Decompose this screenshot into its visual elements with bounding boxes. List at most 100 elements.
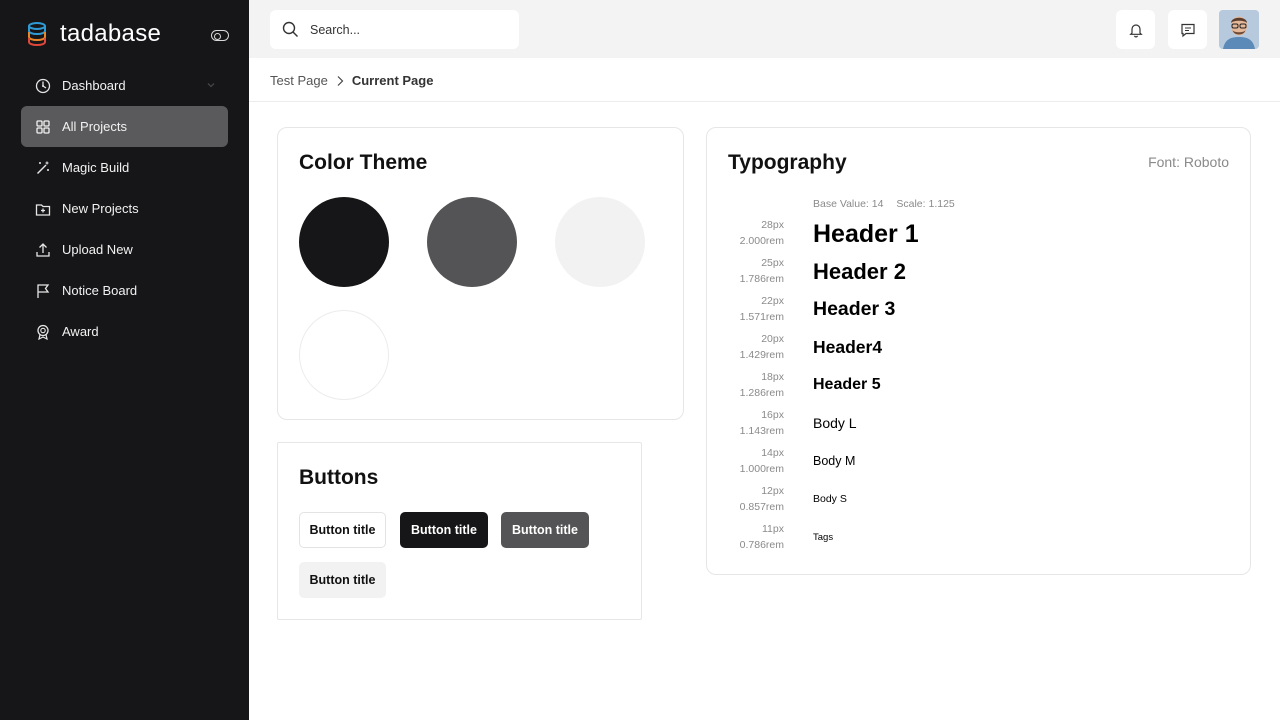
type-sample-body-l: Body L [813,415,857,431]
size-px: 14px [761,447,784,459]
sidebar-toggle-icon[interactable] [211,30,229,41]
typography-row: 11px 0.786rem Tags [707,521,1252,559]
size-rem: 0.857rem [739,501,784,513]
buttons-title: Buttons [299,466,379,489]
size-px: 11px [762,523,784,535]
type-sample-h4: Header4 [813,337,883,357]
search-icon [282,21,298,37]
type-size-meta: 12px 0.857rem [707,483,784,515]
type-size-meta: 11px 0.786rem [707,521,784,553]
buttons-card: Buttons Button title Button title Button… [277,442,642,620]
upload-icon [35,242,51,258]
sidebar-item-dashboard[interactable]: Dashboard [21,65,228,106]
divider [249,101,1280,102]
color-swatch[interactable] [299,310,389,400]
gray-button[interactable]: Button title [501,512,589,548]
breadcrumb-current: Current Page [351,73,434,88]
dashboard-icon [35,78,51,94]
breadcrumb-parent[interactable]: Test Page [270,73,328,88]
typography-card: Typography Font: Roboto Base Value: 14 S… [706,127,1251,575]
sidebar-item-award[interactable]: Award [21,311,228,352]
search-input[interactable] [310,22,500,37]
base-value: Base Value: 14 [813,198,884,210]
message-icon [1180,23,1195,37]
typography-row: 22px 1.571rem Header 3 [707,293,1252,331]
size-px: 16px [761,409,784,421]
color-theme-card: Color Theme [277,127,684,420]
size-px: 20px [761,333,784,345]
type-sample-tags: Tags [813,532,834,543]
type-size-meta: 16px 1.143rem [707,407,784,439]
type-sample-h3: Header 3 [813,298,896,320]
scale-value: Scale: 1.125 [896,198,955,210]
award-icon [35,324,51,340]
light-button[interactable]: Button title [299,562,386,598]
type-size-meta: 18px 1.286rem [707,369,784,401]
size-px: 12px [761,485,784,497]
dark-button[interactable]: Button title [400,512,488,548]
sidebar-item-label: Notice Board [62,283,138,298]
sidebar: tadabase Dashboard All Projects Magic Bu… [0,0,249,720]
type-size-meta: 20px 1.429rem [707,331,784,363]
size-px: 28px [761,219,784,231]
messages-button[interactable] [1168,10,1207,49]
sidebar-item-all-projects[interactable]: All Projects [21,106,228,147]
notifications-button[interactable] [1116,10,1155,49]
size-px: 18px [761,371,784,383]
chevron-right-icon [337,75,344,86]
sidebar-item-magic-build[interactable]: Magic Build [21,147,228,188]
type-sample-h5: Header 5 [813,376,881,393]
size-rem: 1.429rem [739,349,784,361]
type-size-meta: 22px 1.571rem [707,293,784,325]
size-px: 22px [761,295,784,307]
sidebar-item-label: Award [62,324,99,339]
color-theme-title: Color Theme [299,151,428,174]
sidebar-item-notice-board[interactable]: Notice Board [21,270,228,311]
color-swatch[interactable] [427,197,517,287]
sidebar-item-upload-new[interactable]: Upload New [21,229,228,270]
breadcrumb: Test Page Current Page [270,73,433,88]
size-rem: 1.000rem [739,463,784,475]
size-rem: 0.786rem [739,539,784,551]
color-swatch[interactable] [299,197,389,287]
chevron-down-icon [207,83,215,88]
search-box[interactable] [270,10,519,49]
typography-row: 12px 0.857rem Body S [707,483,1252,521]
top-bar [249,0,1280,58]
typography-row: 14px 1.000rem Body M [707,445,1252,483]
color-swatch[interactable] [555,197,645,287]
brand[interactable]: tadabase [27,20,161,48]
sidebar-item-label: Magic Build [62,160,130,175]
type-size-meta: 25px 1.786rem [707,255,784,287]
type-sample-body-m: Body M [813,454,856,468]
type-sample-h1: Header 1 [813,220,919,248]
type-sample-h2: Header 2 [813,259,906,284]
sidebar-item-new-projects[interactable]: New Projects [21,188,228,229]
typography-row: 28px 2.000rem Header 1 [707,217,1252,255]
size-rem: 1.571rem [739,311,784,323]
database-logo-icon [28,22,46,46]
type-size-meta: 28px 2.000rem [707,217,784,249]
flag-icon [35,283,51,299]
typography-row: 25px 1.786rem Header 2 [707,255,1252,293]
type-size-meta: 14px 1.000rem [707,445,784,477]
magic-wand-icon [35,160,51,176]
outline-button[interactable]: Button title [299,512,386,548]
sidebar-item-label: New Projects [62,201,139,216]
typography-row: 16px 1.143rem Body L [707,407,1252,445]
font-name: Font: Roboto [1148,154,1229,170]
grid-icon [35,119,51,135]
size-px: 25px [761,257,784,269]
sidebar-item-label: All Projects [62,119,128,134]
folder-plus-icon [35,201,51,217]
size-rem: 2.000rem [739,235,784,247]
user-avatar[interactable] [1219,10,1259,49]
typography-row: 18px 1.286rem Header 5 [707,369,1252,407]
size-rem: 1.143rem [739,425,784,437]
type-sample-body-s: Body S [813,493,847,505]
size-rem: 1.286rem [739,387,784,399]
size-rem: 1.786rem [739,273,784,285]
typography-title: Typography [728,151,847,174]
sidebar-nav: Dashboard All Projects Magic Build New P… [21,65,228,352]
brand-name: tadabase [60,20,162,47]
